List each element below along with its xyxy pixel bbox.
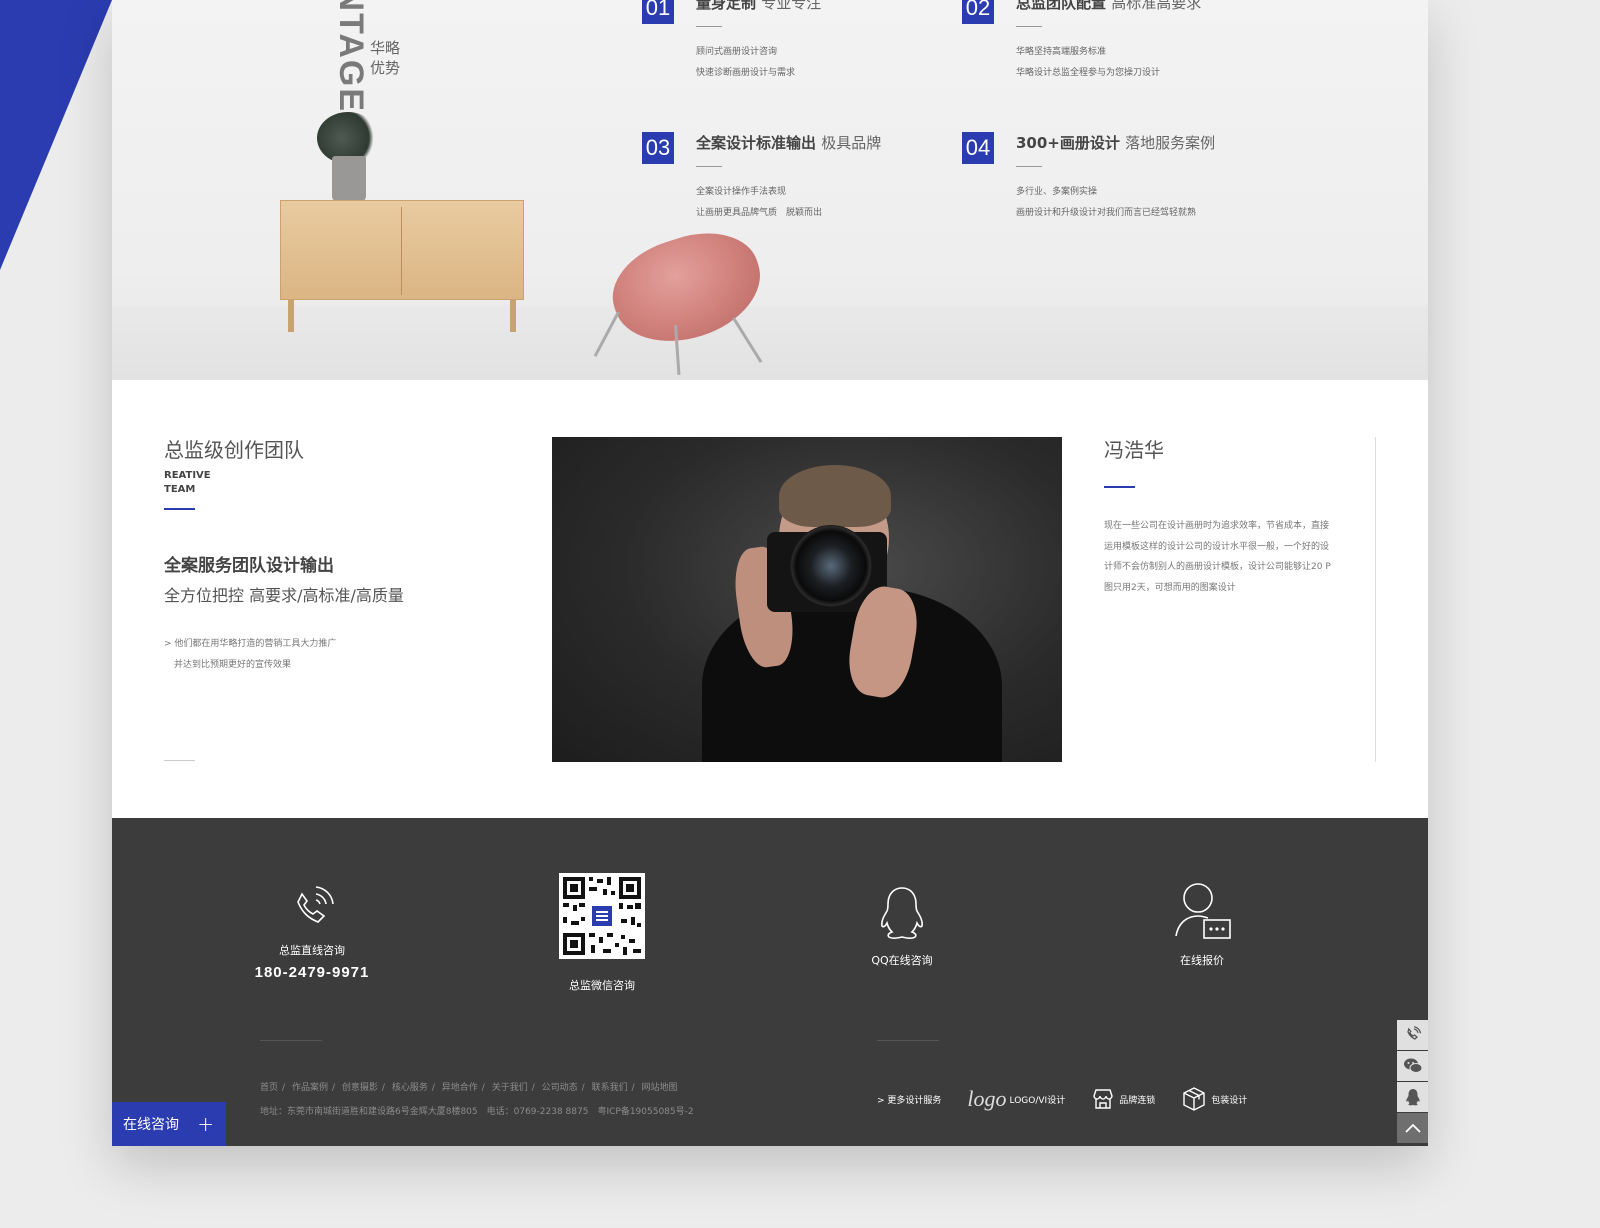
team-note: > 他们都在用华略打造的营销工具大力推广 [164,639,337,649]
person-description: 现在一些公司在设计画册时为追求效率，节省成本，直接运用模板这样的设计公司的设计水… [1104,521,1331,593]
team-section: 总监级创作团队 REATIVE TEAM 全案服务团队设计输出 全方位把控 高要求… [112,380,1428,818]
phone-icon [1406,1026,1421,1040]
package-icon [1183,1087,1205,1111]
footer: 总监直线咨询 180-2479-9971 总监微信咨询 QQ在线咨询 在线报价 … [112,818,1428,1146]
divider [260,1040,322,1041]
footer-address: 地址：东莞市南城街道胜和建设路6号金辉大厦8楼805 电话：0769-2238 … [260,1107,694,1117]
footer-link-home[interactable]: 首页 [260,1083,278,1093]
floating-sidebar [1397,1020,1429,1144]
phone-consult[interactable]: 总监直线咨询 180-2479-9971 [252,880,372,981]
person-name: 冯浩华 [1104,438,1164,462]
vertical-en-title: ANTAGE. [332,0,370,125]
footer-link-remote[interactable]: 异地合作 [442,1083,478,1093]
service-logo-vi[interactable]: logo LOGO/VI设计 [967,1086,1065,1112]
service-brand-chain[interactable]: 品牌连锁 [1091,1088,1155,1110]
online-quote[interactable]: 在线报价 [1142,880,1262,968]
footer-nav: 首页 / 作品案例 / 创意摄影 / 核心服务 / 异地合作 / 关于我们 / 公司动态 / … [260,1083,678,1093]
store-icon [1093,1089,1113,1109]
sidebar-qq-button[interactable] [1397,1082,1428,1112]
wechat-consult[interactable]: 总监微信咨询 [542,873,662,993]
team-en-title: REATIVE TEAM [164,470,211,495]
more-services-link[interactable]: > 更多设计服务 [877,1093,941,1106]
footer-link-services[interactable]: 核心服务 [392,1083,428,1093]
footer-link-cases[interactable]: 作品案例 [292,1083,328,1093]
decor-wedge [0,0,112,270]
cabinet-leg [288,300,294,332]
wechat-icon [1403,1058,1422,1073]
photographer-photo [552,437,1062,762]
floor [112,305,1428,380]
sidebar-wechat-button[interactable] [1397,1051,1428,1081]
accent-bar [164,508,195,510]
team-headline: 全案服务团队设计输出 [164,556,334,576]
divider [877,1040,939,1041]
page: ANTAGE. 华略优势 01 量身定制 专业专注 顾问式画册设计咨询 快速诊断… [112,0,1428,1146]
footer-link-about[interactable]: 关于我们 [492,1083,528,1093]
phone-number[interactable]: 180-2479-9971 [252,964,372,981]
footer-link-news[interactable]: 公司动态 [542,1083,578,1093]
back-to-top-button[interactable] [1397,1113,1428,1143]
design-services: > 更多设计服务 logo LOGO/VI设计 品牌连锁 包装设计 [877,1086,1273,1112]
logo-icon: logo [967,1086,1007,1111]
vertical-cn-title: 华略优势 [370,39,401,77]
footer-link-photo[interactable]: 创意摄影 [342,1083,378,1093]
sidebar-phone-button[interactable] [1397,1020,1428,1050]
team-title: 总监级创作团队 [164,438,304,462]
phone-icon [297,886,334,923]
qq-consult[interactable]: QQ在线咨询 [842,882,962,968]
cabinet [280,200,524,300]
footer-link-contact[interactable]: 联系我们 [592,1083,628,1093]
vase [332,156,366,202]
cabinet-leg [510,300,516,332]
plus-icon: + [197,1112,214,1136]
team-note: 并达到比预期更好的宣传效果 [174,660,292,670]
wechat-qr-code [559,873,645,959]
online-consult-button[interactable]: 在线咨询 + [112,1102,226,1146]
service-packaging[interactable]: 包装设计 [1181,1086,1247,1112]
advantage-hero: ANTAGE. 华略优势 01 量身定制 专业专注 顾问式画册设计咨询 快速诊断… [112,0,1428,380]
user-chat-icon [1175,883,1231,939]
team-subline: 全方位把控 高要求/高标准/高质量 [164,586,404,605]
qq-icon [881,887,923,939]
qq-icon [1405,1089,1420,1106]
divider [1375,437,1376,762]
footer-link-sitemap[interactable]: 网站地图 [642,1083,678,1093]
accent-bar [1104,486,1135,488]
chevron-up-icon [1404,1123,1421,1133]
divider [164,760,195,761]
